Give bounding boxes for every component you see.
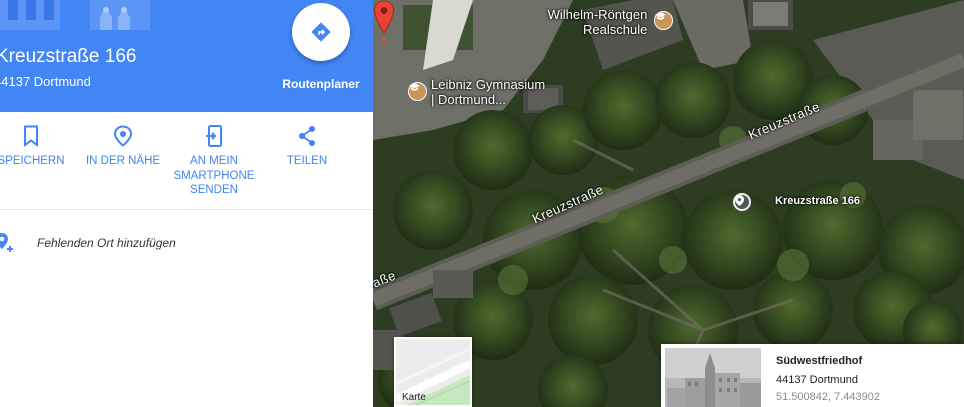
send-to-phone-icon: [206, 125, 222, 147]
nearby-button[interactable]: IN DER NÄHE: [78, 124, 168, 169]
route-planner-button[interactable]: [292, 3, 350, 61]
poi-line-1: Leibniz Gymnasium: [431, 77, 546, 92]
place-thumbnail: [665, 348, 761, 407]
poi-label-wilhelm-roentgen[interactable]: Wilhelm-Röntgen Realschule: [543, 7, 648, 37]
bookmark-icon: [24, 125, 38, 147]
place-card-address: 44137 Dortmund: [776, 374, 858, 386]
poi-line-2: Realschule: [583, 22, 648, 37]
place-panel: Kreuzstraße 166 44137 Dortmund Routenpla…: [0, 0, 373, 407]
share-icon: [299, 126, 315, 146]
place-title: Kreuzstraße 166: [0, 46, 137, 67]
route-planner-label: Routenplaner: [282, 77, 360, 91]
poi-label-leibniz-gymnasium[interactable]: Leibniz Gymnasium | Dortmund...: [431, 77, 545, 107]
nearby-place-card[interactable]: Südwestfriedhof 44137 Dortmund 51.500842…: [661, 344, 964, 407]
poi-line-2: | Dortmund...: [431, 92, 506, 107]
red-location-pin-icon[interactable]: [373, 0, 395, 44]
graduation-cap-icon: [409, 83, 420, 91]
send-to-phone-button[interactable]: AN MEIN SMARTPHONE SENDEN: [168, 124, 260, 198]
add-place-icon: [0, 233, 13, 252]
action-bar: SPEICHERN IN DER NÄHE AN MEIN SMARTPHONE…: [0, 112, 373, 210]
map-layer-toggle[interactable]: Karte: [394, 337, 472, 407]
save-button[interactable]: SPEICHERN: [0, 124, 76, 169]
place-photo: [665, 348, 761, 407]
share-button[interactable]: TEILEN: [262, 124, 352, 169]
place-header: Kreuzstraße 166 44137 Dortmund Routenpla…: [0, 0, 373, 112]
satellite-map[interactable]: Kreuzstraße Kreuzstraße aße Wilhelm-Rönt…: [373, 0, 964, 407]
nearby-icon: [113, 125, 133, 147]
place-marker[interactable]: [733, 193, 751, 211]
save-label: SPEICHERN: [0, 155, 65, 167]
place-card-name: Südwestfriedhof: [776, 355, 863, 367]
add-missing-place-row[interactable]: Fehlenden Ort hinzufügen: [0, 228, 373, 258]
nearby-label: IN DER NÄHE: [85, 155, 161, 167]
share-label: TEILEN: [286, 155, 328, 167]
place-subtitle: 44137 Dortmund: [0, 74, 91, 89]
school-icon[interactable]: [654, 11, 673, 30]
graduation-cap-icon: [655, 12, 666, 20]
send-to-phone-label: AN MEIN SMARTPHONE SENDEN: [173, 155, 255, 196]
add-missing-place-label: Fehlenden Ort hinzufügen: [37, 236, 176, 250]
school-icon[interactable]: [408, 82, 427, 101]
place-card-coordinates: 51.500842, 7.443902: [776, 391, 880, 403]
pin-label: Kreuzstraße 166: [775, 195, 860, 207]
header-illustration: [0, 0, 150, 30]
location-icon: [735, 195, 744, 206]
map-layer-label: Karte: [402, 392, 426, 403]
poi-line-1: Wilhelm-Röntgen: [547, 7, 648, 22]
directions-icon: [311, 22, 331, 42]
